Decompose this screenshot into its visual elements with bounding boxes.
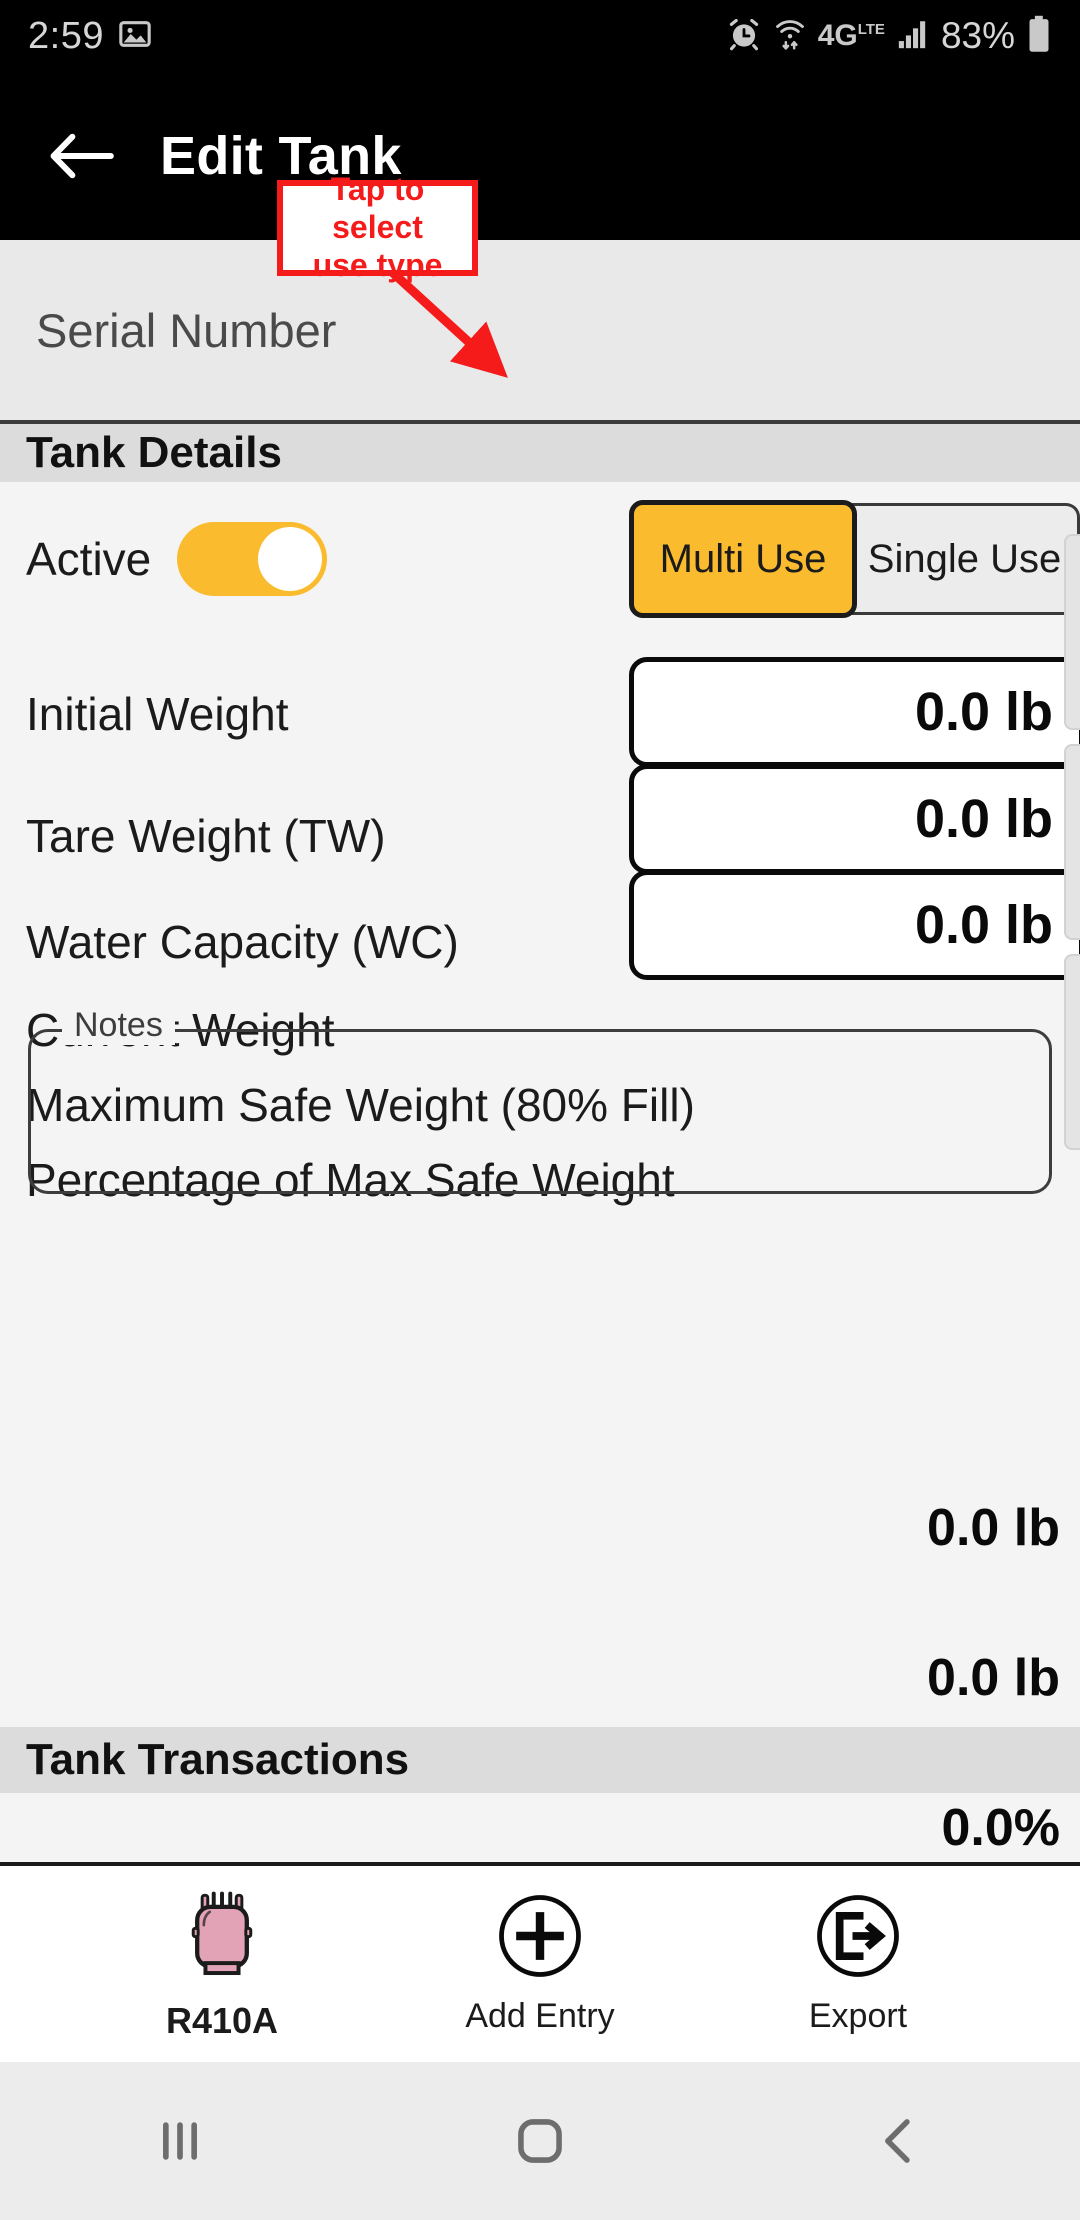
- initial-weight-label: Initial Weight: [26, 688, 289, 740]
- serial-number-row[interactable]: Serial Number: [0, 240, 1080, 420]
- refrigerant-tank-icon: [179, 1887, 265, 1988]
- tare-weight-input[interactable]: 0.0 lb: [629, 764, 1080, 874]
- wifi-icon: [773, 16, 807, 57]
- add-entry-button[interactable]: Add Entry: [435, 1892, 645, 2036]
- export-circle-icon: [814, 1892, 902, 1985]
- section-title-tank-transactions: Tank Transactions: [26, 1735, 410, 1784]
- notes-field[interactable]: Notes: [28, 1006, 1052, 1194]
- export-button[interactable]: Export: [753, 1892, 963, 2036]
- use-type-option-multi-use[interactable]: Multi Use: [629, 500, 857, 618]
- status-bar: 2:59 4G LTE 83%: [0, 0, 1080, 72]
- use-type-segmented-control[interactable]: Multi Use Single Use: [629, 500, 1080, 618]
- scrollbar-thumb[interactable]: [1064, 744, 1080, 940]
- water-capacity-input[interactable]: 0.0 lb: [629, 870, 1080, 980]
- annotation-line-2: use type: [312, 246, 443, 283]
- plus-circle-icon: [496, 1892, 584, 1985]
- water-capacity-value: 0.0 lb: [914, 895, 1053, 955]
- section-header-tank-details: Tank Details: [0, 420, 1080, 482]
- image-icon: [118, 17, 152, 56]
- signal-bars-icon: [896, 17, 930, 56]
- export-label: Export: [808, 1997, 908, 2035]
- back-chevron-icon[interactable]: [800, 2091, 1000, 2191]
- back-arrow-icon[interactable]: [26, 131, 138, 181]
- section-title-tank-details: Tank Details: [26, 428, 282, 477]
- status-bar-right: 4G LTE 83%: [726, 15, 1052, 58]
- tare-weight-value: 0.0 lb: [914, 789, 1053, 849]
- android-nav-bar: [0, 2062, 1080, 2220]
- tare-weight-label: Tare Weight (TW): [26, 810, 386, 862]
- battery-percent-label: 83%: [940, 15, 1015, 56]
- initial-weight-input[interactable]: 0.0 lb: [629, 657, 1080, 767]
- notes-label: Notes: [62, 1006, 175, 1045]
- status-time: 2:59: [28, 14, 104, 57]
- initial-weight-value: 0.0 lb: [914, 682, 1053, 742]
- max-safe-weight-value: 0.0 lb: [927, 1649, 1060, 1707]
- alarm-icon: [726, 16, 762, 57]
- scrollbar-thumb[interactable]: [1064, 534, 1080, 730]
- refrigerant-type-label: R410A: [165, 1999, 279, 2041]
- notes-input-box[interactable]: [28, 1029, 1052, 1194]
- status-bar-left: 2:59: [28, 15, 152, 58]
- network-sub-label: LTE: [857, 21, 885, 38]
- serial-number-label: Serial Number: [36, 303, 337, 357]
- current-weight-value: 0.0 lb: [927, 1499, 1060, 1557]
- battery-icon: [1026, 15, 1052, 58]
- add-entry-label: Add Entry: [465, 1997, 615, 2035]
- section-header-tank-transactions: Tank Transactions: [0, 1727, 1080, 1793]
- app-bar: Edit Tank: [0, 72, 1080, 240]
- annotation-callout: Tap to select use type: [277, 171, 478, 283]
- active-label: Active: [26, 533, 152, 585]
- active-toggle-switch[interactable]: [177, 522, 328, 596]
- bottom-action-bar: R410A Add Entry Export: [0, 1862, 1080, 2062]
- use-type-option-single-use[interactable]: Single Use: [852, 503, 1080, 615]
- toggle-knob: [258, 527, 323, 591]
- network-type-label: 4G: [817, 19, 858, 52]
- percentage-max-safe-weight-value: 0.0%: [941, 1799, 1060, 1857]
- phone-screen: 2:59 4G LTE 83% Edit Tank Serial Number …: [0, 0, 1080, 2220]
- refrigerant-type-button[interactable]: R410A: [117, 1887, 327, 2042]
- annotation-line-1: Tap to select: [330, 171, 425, 246]
- water-capacity-label: Water Capacity (WC): [26, 916, 459, 968]
- network-4glte-icon: 4G LTE: [818, 21, 885, 51]
- recents-icon[interactable]: [80, 2091, 280, 2191]
- home-icon[interactable]: [440, 2091, 640, 2191]
- tank-details-body: Active Multi Use Single Use Initial Weig…: [0, 482, 1080, 1857]
